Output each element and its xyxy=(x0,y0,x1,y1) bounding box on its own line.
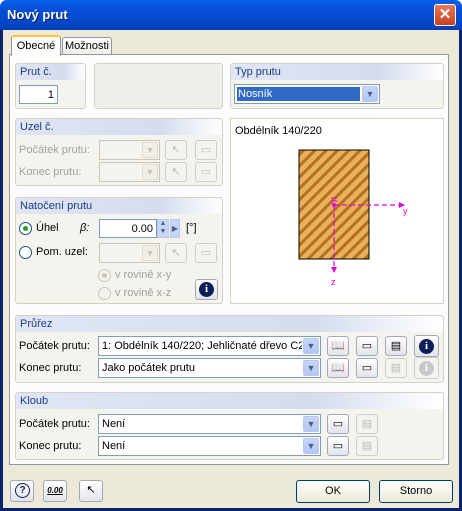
pick-node-icon[interactable]: ↖ xyxy=(165,140,187,160)
close-icon: ✕ xyxy=(438,6,452,23)
cancel-button[interactable]: Storno xyxy=(379,480,453,503)
window-title: Nový prut xyxy=(7,7,68,22)
chevron-down-icon[interactable]: ▼ xyxy=(303,360,319,376)
section-start-select[interactable]: 1: Obdélník 140/220; Jehličnaté dřevo C2… xyxy=(98,336,321,356)
hinge-start-select[interactable]: Není ▼ xyxy=(98,414,321,434)
new-node-icon[interactable]: ▭ xyxy=(195,162,217,182)
member-number-header: Prut č. xyxy=(16,64,85,80)
section-end-value: Jako počátek prutu xyxy=(102,362,195,374)
section-drawing: y z xyxy=(298,149,408,287)
ok-button[interactable]: OK xyxy=(296,480,370,503)
section-info-button[interactable]: i xyxy=(414,335,439,357)
units-button[interactable]: 0.00 xyxy=(43,480,67,502)
new-node-icon[interactable]: ▭ xyxy=(195,243,217,263)
hinge-end-value: Není xyxy=(102,440,126,452)
dialog-window: Nový prut ✕ Obecné Možnosti Prut č. 1 Ty… xyxy=(0,0,462,511)
section-start-label: Počátek prutu: xyxy=(19,340,90,352)
section-start-value: 1: Obdélník 140/220; Jehličnaté dřevo C2… xyxy=(102,340,302,352)
edit-hinge-icon[interactable]: ▤ xyxy=(356,436,378,456)
help-node-label: Pom. uzel: xyxy=(36,246,88,258)
help-icon: ? xyxy=(15,483,30,498)
angle-value: 0.00 xyxy=(131,223,153,235)
chevron-down-icon[interactable]: ▼ xyxy=(303,338,319,354)
plane-xy-radio[interactable] xyxy=(98,269,111,282)
new-section-icon[interactable]: ▭ xyxy=(356,336,378,356)
pick-node-icon[interactable]: ↖ xyxy=(165,162,187,182)
start-node-label: Počátek prutu: xyxy=(19,144,90,156)
angle-radio[interactable] xyxy=(19,222,32,235)
info-icon: i xyxy=(419,339,434,354)
tab-general[interactable]: Obecné xyxy=(11,35,61,56)
library-icon[interactable]: 📖 xyxy=(327,336,349,356)
info-icon: i xyxy=(419,361,434,376)
axis-y-label: y xyxy=(403,206,408,216)
start-node-select[interactable]: ▼ xyxy=(99,140,160,160)
hinge-header: Kloub xyxy=(16,393,443,409)
nodes-header: Uzel č. xyxy=(16,119,222,135)
title-bar: Nový prut xyxy=(0,0,462,30)
new-node-icon[interactable]: ▭ xyxy=(195,140,217,160)
angle-input[interactable]: 0.00 xyxy=(99,219,157,238)
chevron-down-icon[interactable]: ▼ xyxy=(142,142,158,158)
close-button[interactable]: ✕ xyxy=(434,4,456,26)
new-hinge-icon[interactable]: ▭ xyxy=(327,436,349,456)
hinge-start-label: Počátek prutu: xyxy=(19,418,90,430)
plane-xy-label: v rovině x-y xyxy=(115,269,172,281)
help-button[interactable]: ? xyxy=(10,480,34,502)
tab-general-label: Obecné xyxy=(16,40,56,52)
member-number-value: 1 xyxy=(47,89,54,101)
info-button[interactable]: i xyxy=(195,279,218,300)
edit-section-icon[interactable]: ▤ xyxy=(385,358,407,378)
hinge-end-select[interactable]: Není ▼ xyxy=(98,436,321,456)
info-icon: i xyxy=(199,282,214,297)
units-icon: 0.00 xyxy=(47,486,63,495)
pick-node-icon[interactable]: ↖ xyxy=(165,243,187,263)
tab-options-label: Možnosti xyxy=(64,40,110,52)
new-hinge-icon[interactable]: ▭ xyxy=(327,414,349,434)
chevron-down-icon[interactable]: ▼ xyxy=(362,86,378,102)
chevron-down-icon[interactable]: ▼ xyxy=(303,438,319,454)
member-type-select[interactable]: Nosník ▼ xyxy=(234,84,380,104)
axis-z-label: z xyxy=(331,277,336,287)
chevron-right-icon[interactable]: ▶ xyxy=(170,219,180,238)
help-node-radio[interactable] xyxy=(19,246,32,259)
chevron-down-icon[interactable]: ▼ xyxy=(303,416,319,432)
beta-label: β: xyxy=(80,222,90,234)
cancel-label: Storno xyxy=(399,485,433,497)
section-end-label: Konec prutu: xyxy=(19,362,82,374)
angle-spinner[interactable]: ▲ ▼ xyxy=(157,219,169,238)
hinge-start-value: Není xyxy=(102,418,126,430)
end-node-select[interactable]: ▼ xyxy=(99,162,160,182)
member-type-value: Nosník xyxy=(238,88,273,100)
edit-hinge-icon[interactable]: ▤ xyxy=(356,414,378,434)
plane-xz-label: v rovině x-z xyxy=(115,287,172,299)
end-node-label: Konec prutu: xyxy=(19,166,82,178)
section-end-select[interactable]: Jako počátek prutu ▼ xyxy=(98,358,321,378)
new-section-icon[interactable]: ▭ xyxy=(356,358,378,378)
section-info-button-disabled[interactable]: i xyxy=(414,357,439,379)
library-icon[interactable]: 📖 xyxy=(327,358,349,378)
help-node-select[interactable]: ▼ xyxy=(99,243,160,263)
chevron-down-icon[interactable]: ▼ xyxy=(142,245,158,261)
section-preview: Obdélník 140/220 y z xyxy=(230,118,444,304)
member-number-input[interactable]: 1 xyxy=(19,85,58,104)
angle-label: Úhel xyxy=(36,222,59,234)
section-header: Průřez xyxy=(16,316,443,332)
chevron-down-icon[interactable]: ▼ xyxy=(142,164,158,180)
angle-unit: [°] xyxy=(186,222,197,234)
tab-options[interactable]: Možnosti xyxy=(62,37,112,55)
pick-icon[interactable]: ↖ xyxy=(79,480,103,502)
ok-label: OK xyxy=(325,485,341,497)
edit-section-icon[interactable]: ▤ xyxy=(385,336,407,356)
hinge-end-label: Konec prutu: xyxy=(19,440,82,452)
member-type-header: Typ prutu xyxy=(231,64,443,80)
blank-panel xyxy=(94,63,223,109)
rotation-header: Natočení prutu xyxy=(16,198,222,214)
plane-xz-radio[interactable] xyxy=(98,287,111,300)
